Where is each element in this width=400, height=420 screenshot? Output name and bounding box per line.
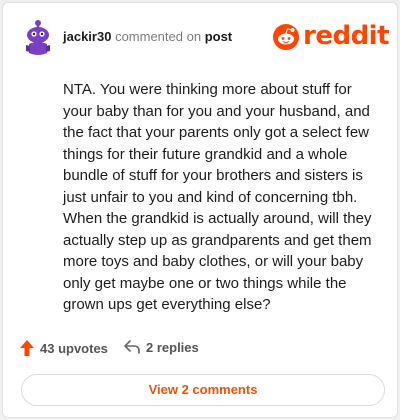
upvote-count: 43 upvotes [40, 340, 108, 356]
replies-button[interactable]: 2 replies [123, 339, 199, 355]
reply-count: 2 replies [146, 339, 199, 355]
logo-wordmark: reddit [303, 21, 390, 51]
username-link[interactable]: jackir30 [63, 29, 111, 44]
upvote-button[interactable]: 43 upvotes [19, 339, 108, 357]
comment-card: jackir30 commented on post reddit NTA. Y… [2, 2, 398, 418]
comment-meta: jackir30 commented on post [63, 29, 232, 45]
upvote-arrow-icon [20, 340, 34, 356]
view-comments-button[interactable]: View 2 comments [21, 374, 385, 406]
snoo-avatar-icon[interactable] [21, 19, 55, 57]
reply-arrow-icon [124, 340, 140, 354]
post-link[interactable]: post [205, 29, 232, 44]
reddit-logo[interactable]: reddit [273, 21, 390, 53]
comment-footer: 43 upvotes 2 replies [19, 339, 379, 363]
reddit-logo-icon [273, 24, 299, 50]
comment-header: jackir30 commented on post reddit [21, 17, 390, 57]
comment-body: NTA. You were thinking more about stuff … [63, 81, 372, 313]
action-text: commented on [115, 29, 202, 44]
